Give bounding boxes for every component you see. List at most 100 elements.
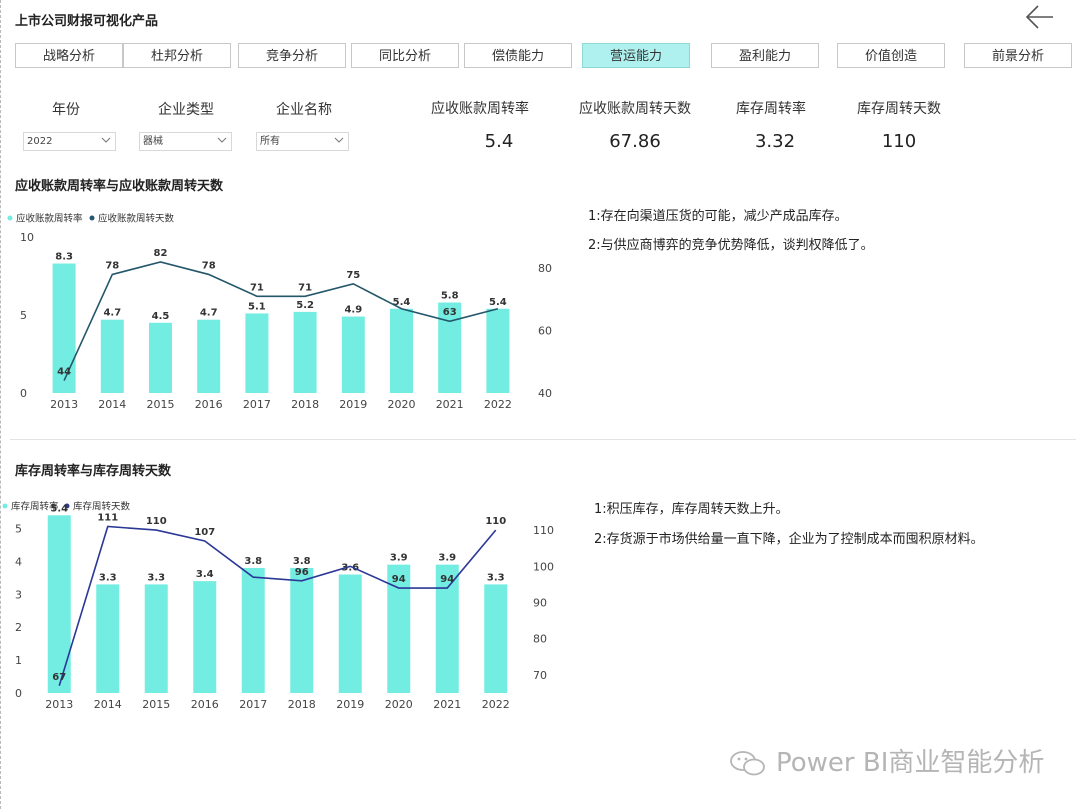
legend-bar-label: 应收账款周转率	[16, 213, 83, 225]
name-filter-label: 企业名称	[276, 102, 332, 118]
bar-data-label: 5.1	[248, 301, 266, 312]
y-left-tick-label: 5	[20, 309, 27, 322]
inventory-turnover-chart: 库存周转率 库存周转天数0123457080901001105.420133.32…	[2, 501, 554, 711]
tab-yoy[interactable]: 同比分析	[351, 43, 459, 68]
y-left-tick-label: 10	[20, 231, 34, 244]
chart-bar	[290, 567, 314, 693]
x-tick-label: 2020	[385, 698, 413, 711]
line-data-label: 71	[250, 282, 264, 293]
legend-bar-marker	[7, 215, 13, 221]
chart-bar	[341, 316, 365, 393]
bar-data-label: 3.9	[390, 553, 408, 564]
bar-data-label: 5.4	[489, 297, 507, 308]
x-tick-label: 2018	[291, 398, 319, 411]
bar-data-label: 3.8	[244, 556, 262, 567]
chart-bar	[245, 313, 269, 393]
x-tick-label: 2022	[482, 698, 510, 711]
bar-data-label: 4.5	[152, 311, 170, 322]
chart-bar	[241, 567, 265, 693]
bar-data-label: 5.2	[296, 300, 314, 311]
legend-line-marker	[89, 215, 95, 221]
bar-data-label: 3.3	[99, 572, 117, 583]
tab-profitability[interactable]: 盈利能力	[711, 43, 819, 68]
chart-bar	[293, 311, 317, 393]
chart-bar	[193, 581, 217, 693]
chevron-down-icon	[217, 137, 227, 143]
type-select[interactable]: 器械	[139, 132, 232, 151]
y-right-tick-label: 100	[533, 560, 554, 573]
bar-data-label: 8.3	[55, 252, 73, 263]
line-data-label: 96	[295, 567, 309, 578]
tab-strategy[interactable]: 战略分析	[15, 43, 123, 68]
x-tick-label: 2022	[484, 398, 512, 411]
y-left-tick-label: 5	[15, 522, 22, 535]
y-right-tick-label: 90	[533, 597, 547, 610]
x-tick-label: 2014	[98, 398, 126, 411]
chart1-note-2: 2:与供应商博弈的竞争优势降低，谈判权降低了。	[588, 238, 874, 253]
back-arrow-icon[interactable]	[1022, 2, 1058, 32]
chart2-title: 库存周转率与库存周转天数	[15, 464, 172, 479]
year-select-value: 2022	[27, 136, 53, 147]
y-left-tick-label: 2	[15, 621, 22, 634]
chart2-note-1: 1:积压库存，库存周转天数上升。	[594, 502, 789, 517]
tab-competition[interactable]: 竞争分析	[238, 43, 346, 68]
line-data-label: 107	[194, 527, 215, 538]
y-left-tick-label: 0	[15, 687, 22, 700]
kpi-value-ar-days: 67.86	[609, 131, 661, 152]
chevron-down-icon	[334, 137, 344, 143]
x-tick-label: 2021	[433, 698, 461, 711]
y-left-tick-label: 0	[20, 387, 27, 400]
year-select[interactable]: 2022	[23, 132, 116, 151]
bar-data-label: 3.4	[196, 569, 214, 580]
series-line	[63, 261, 499, 381]
app-title: 上市公司财报可视化产品	[15, 14, 159, 29]
type-filter-label: 企业类型	[158, 102, 214, 118]
line-data-label: 94	[440, 574, 454, 585]
bar-data-label: 3.3	[487, 572, 505, 583]
line-data-label: 63	[443, 307, 457, 318]
x-tick-label: 2015	[147, 398, 175, 411]
tab-value[interactable]: 价值创造	[837, 43, 945, 68]
tab-prospect[interactable]: 前景分析	[964, 43, 1072, 68]
legend-line-label: 应收账款周转天数	[98, 213, 175, 225]
line-data-label: 111	[97, 512, 118, 523]
legend-bar-marker	[2, 503, 8, 509]
bar-data-label: 3.8	[293, 556, 311, 567]
section-divider	[10, 439, 1076, 440]
wechat-icon	[730, 751, 765, 776]
line-data-label: 94	[392, 574, 406, 585]
x-tick-label: 2016	[191, 698, 219, 711]
year-filter-label: 年份	[52, 102, 80, 118]
y-right-tick-label: 70	[533, 669, 547, 682]
tab-solvency[interactable]: 偿债能力	[464, 43, 572, 68]
watermark-text: Power BI商业智能分析	[776, 748, 1045, 778]
y-right-tick-label: 60	[538, 325, 552, 338]
x-tick-label: 2019	[336, 698, 364, 711]
bar-data-label: 5.8	[441, 291, 459, 302]
bar-data-label: 3.3	[147, 572, 165, 583]
legend-line-label: 库存周转天数	[73, 501, 131, 513]
chart-bar	[486, 308, 510, 393]
kpi-label-inv-days: 库存周转天数	[857, 101, 941, 117]
x-tick-label: 2014	[94, 698, 122, 711]
y-left-tick-label: 3	[15, 588, 22, 601]
y-right-tick-label: 110	[533, 524, 554, 537]
chart1-title: 应收账款周转率与应收账款周转天数	[15, 179, 224, 194]
bar-data-label: 4.7	[200, 308, 218, 319]
x-tick-label: 2013	[45, 698, 73, 711]
x-tick-label: 2018	[288, 698, 316, 711]
ar-turnover-chart: 应收账款周转率 应收账款周转天数 0 5 10 40 60 80 8.3 2013 4.7 2014 4…	[7, 213, 552, 411]
bar-data-label: 3.9	[438, 553, 456, 564]
chart-bar	[390, 308, 413, 393]
line-data-label: 110	[485, 516, 506, 527]
tab-dupont[interactable]: 杜邦分析	[123, 43, 231, 68]
chart-bar	[197, 319, 221, 393]
chart-bar	[144, 584, 168, 693]
chart-bar	[484, 584, 508, 693]
name-select-value: 所有	[260, 136, 280, 147]
kpi-label-ar-days: 应收账款周转天数	[579, 101, 691, 117]
tab-operation[interactable]: 营运能力	[582, 43, 690, 68]
chart-bar	[149, 322, 172, 393]
name-select[interactable]: 所有	[256, 132, 349, 151]
kpi-value-ar-turnover: 5.4	[484, 131, 514, 152]
